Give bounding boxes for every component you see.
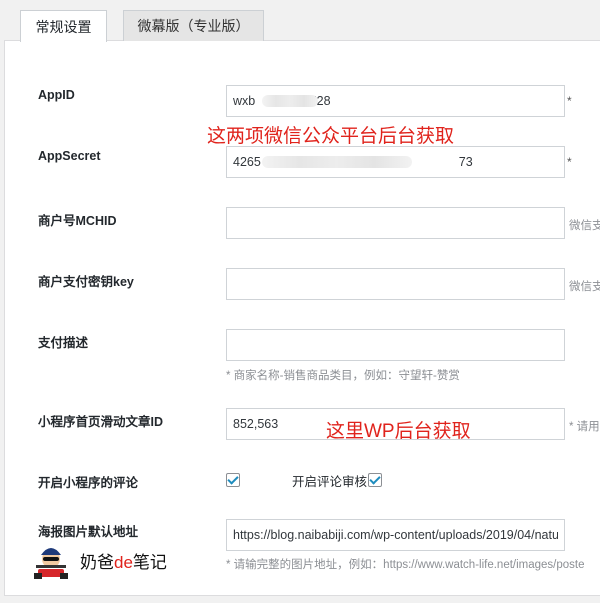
paykey-hint: 微信支: [569, 281, 600, 293]
comment-label: 开启小程序的评论: [38, 476, 139, 490]
tab-general-settings[interactable]: 常规设置: [20, 10, 107, 42]
poster-input[interactable]: [226, 519, 565, 551]
paykey-label: 商户支付密钥key: [38, 275, 134, 289]
paykey-input[interactable]: [226, 268, 565, 300]
mchid-label: 商户号MCHID: [38, 214, 117, 228]
mchid-hint: 微信支: [569, 220, 600, 232]
watermark-text: 奶爸de笔记: [80, 553, 167, 572]
appsecret-label: AppSecret: [38, 149, 101, 163]
paydesc-label: 支付描述: [38, 336, 89, 350]
mchid-input[interactable]: [226, 207, 565, 239]
tab-weimu-pro[interactable]: 微幕版（专业版）: [123, 10, 264, 41]
watermark-avatar-icon: [34, 548, 68, 579]
wp-note-annotation: 这里WP后台获取: [326, 421, 471, 442]
appsecret-required-mark: *: [567, 155, 572, 169]
comment-review-checkbox[interactable]: [368, 473, 382, 487]
paydesc-input[interactable]: [226, 329, 565, 361]
appsecret-redaction: [262, 156, 412, 168]
comment-review-label: 开启评论审核: [292, 475, 368, 489]
appid-required-mark: *: [567, 94, 572, 108]
poster-hint: * 请输完整的图片地址，例如：https://www.watch-life.ne…: [226, 559, 585, 571]
poster-label: 海报图片默认地址: [38, 525, 139, 539]
slide-ids-hint: * 请用英: [569, 421, 600, 433]
appid-redaction: [262, 95, 318, 107]
appid-label: AppID: [38, 88, 75, 102]
paydesc-hint: * 商家名称-销售商品类目，例如：守望轩-赞赏: [226, 370, 460, 382]
comment-checkbox[interactable]: [226, 473, 240, 487]
wechat-note-annotation: 这两项微信公众平台后台获取: [207, 126, 455, 147]
slide-ids-label: 小程序首页滑动文章ID: [38, 415, 164, 429]
